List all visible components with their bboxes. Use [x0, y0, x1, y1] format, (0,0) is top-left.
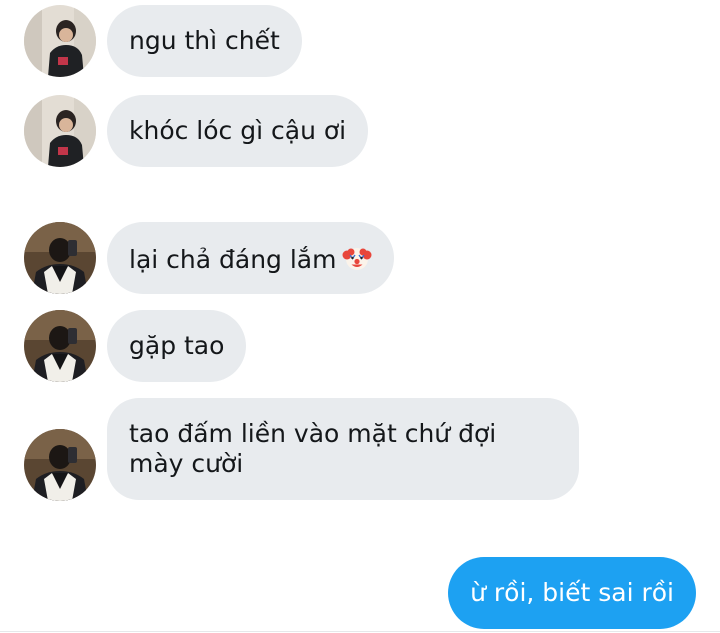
- chat-conversation: ngu thì chết khóc lóc gì cậu ơi lại chả …: [0, 0, 720, 633]
- avatar-photo-user-a: [24, 95, 96, 167]
- avatar[interactable]: [24, 429, 96, 501]
- clown-face-icon: [342, 243, 372, 273]
- message-bubble-incoming[interactable]: tao đấm liền vào mặt chứ đợi mày cười: [107, 398, 579, 500]
- message-text: gặp tao: [129, 331, 225, 360]
- avatar-photo-user-b: [24, 222, 96, 294]
- avatar-photo-user-b: [24, 429, 96, 501]
- avatar[interactable]: [24, 95, 96, 167]
- divider: [0, 631, 720, 632]
- message-bubble-incoming[interactable]: khóc lóc gì cậu ơi: [107, 95, 369, 167]
- avatar[interactable]: [24, 222, 96, 294]
- message-text: khóc lóc gì cậu ơi: [129, 116, 347, 145]
- message-text: ngu thì chết: [129, 26, 280, 55]
- message-bubble-incoming[interactable]: gặp tao: [107, 310, 247, 382]
- avatar[interactable]: [24, 5, 96, 77]
- avatar-photo-user-a: [24, 5, 96, 77]
- message-text: lại chả đáng lắm: [129, 245, 337, 274]
- message-text: ừ rồi, biết sai rồi: [470, 578, 674, 607]
- message-text: tao đấm liền vào mặt chứ đợi mày cười: [129, 419, 497, 478]
- avatar-photo-user-b: [24, 310, 96, 382]
- message-bubble-incoming[interactable]: lại chả đáng lắm: [107, 222, 395, 294]
- avatar[interactable]: [24, 310, 96, 382]
- message-bubble-incoming[interactable]: ngu thì chết: [107, 5, 302, 77]
- message-bubble-outgoing[interactable]: ừ rồi, biết sai rồi: [448, 557, 696, 629]
